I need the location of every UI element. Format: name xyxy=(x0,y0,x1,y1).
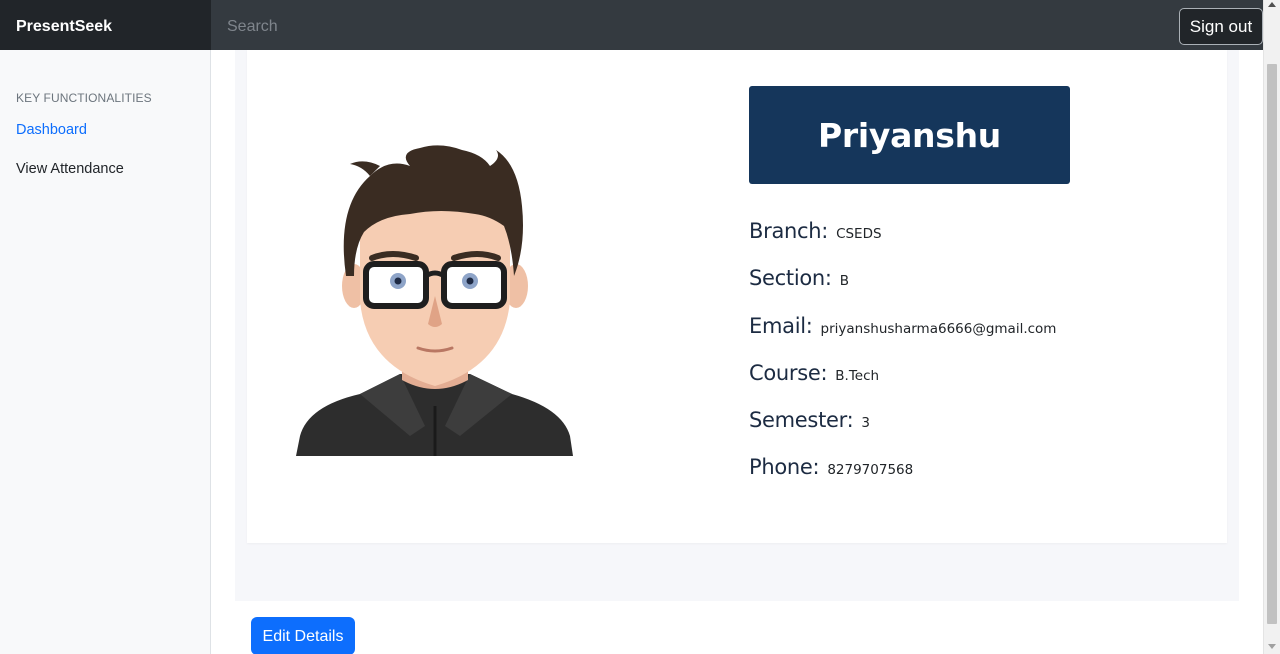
field-value: CSEDS xyxy=(836,226,882,242)
field-label: Semester: xyxy=(749,408,854,432)
field-label: Branch: xyxy=(749,219,829,243)
field-section: Section: B xyxy=(749,266,849,290)
page-scrollbar[interactable] xyxy=(1263,0,1280,654)
field-label: Course: xyxy=(749,361,828,385)
field-label: Phone: xyxy=(749,455,820,479)
edit-details-button[interactable]: Edit Details xyxy=(251,617,355,654)
sidebar-item-dashboard[interactable]: Dashboard xyxy=(16,122,87,138)
sidebar-heading: KEY FUNCTIONALITIES xyxy=(16,91,152,105)
sidebar: KEY FUNCTIONALITIES Dashboard View Atten… xyxy=(0,50,211,654)
field-semester: Semester: 3 xyxy=(749,408,870,432)
scroll-up-arrow-icon[interactable] xyxy=(1268,2,1276,7)
scroll-down-arrow-icon[interactable] xyxy=(1268,644,1276,649)
student-name-banner: Priyanshu Sharma xyxy=(749,86,1070,255)
field-value: B xyxy=(839,273,849,289)
field-course: Course: B.Tech xyxy=(749,361,879,385)
field-value: priyanshusharma6666@gmail.com xyxy=(820,321,1057,337)
field-branch: Branch: CSEDS xyxy=(749,219,882,243)
scrollbar-thumb[interactable] xyxy=(1267,64,1277,624)
field-phone: Phone: 8279707568 xyxy=(749,455,913,479)
search-input[interactable] xyxy=(211,0,1179,50)
field-value: 3 xyxy=(861,415,870,431)
avatar-icon xyxy=(296,145,573,456)
field-label: Section: xyxy=(749,266,832,290)
brand-logo[interactable]: PresentSeek xyxy=(0,0,211,50)
field-label: Email: xyxy=(749,314,813,338)
field-value: 8279707568 xyxy=(827,462,914,478)
field-value: B.Tech xyxy=(835,368,880,384)
top-navbar: PresentSeek Sign out xyxy=(0,0,1280,50)
field-email: Email: priyanshusharma6666@gmail.com xyxy=(749,314,1056,338)
sidebar-item-view-attendance[interactable]: View Attendance xyxy=(16,161,124,177)
sign-out-button[interactable]: Sign out xyxy=(1179,8,1263,45)
